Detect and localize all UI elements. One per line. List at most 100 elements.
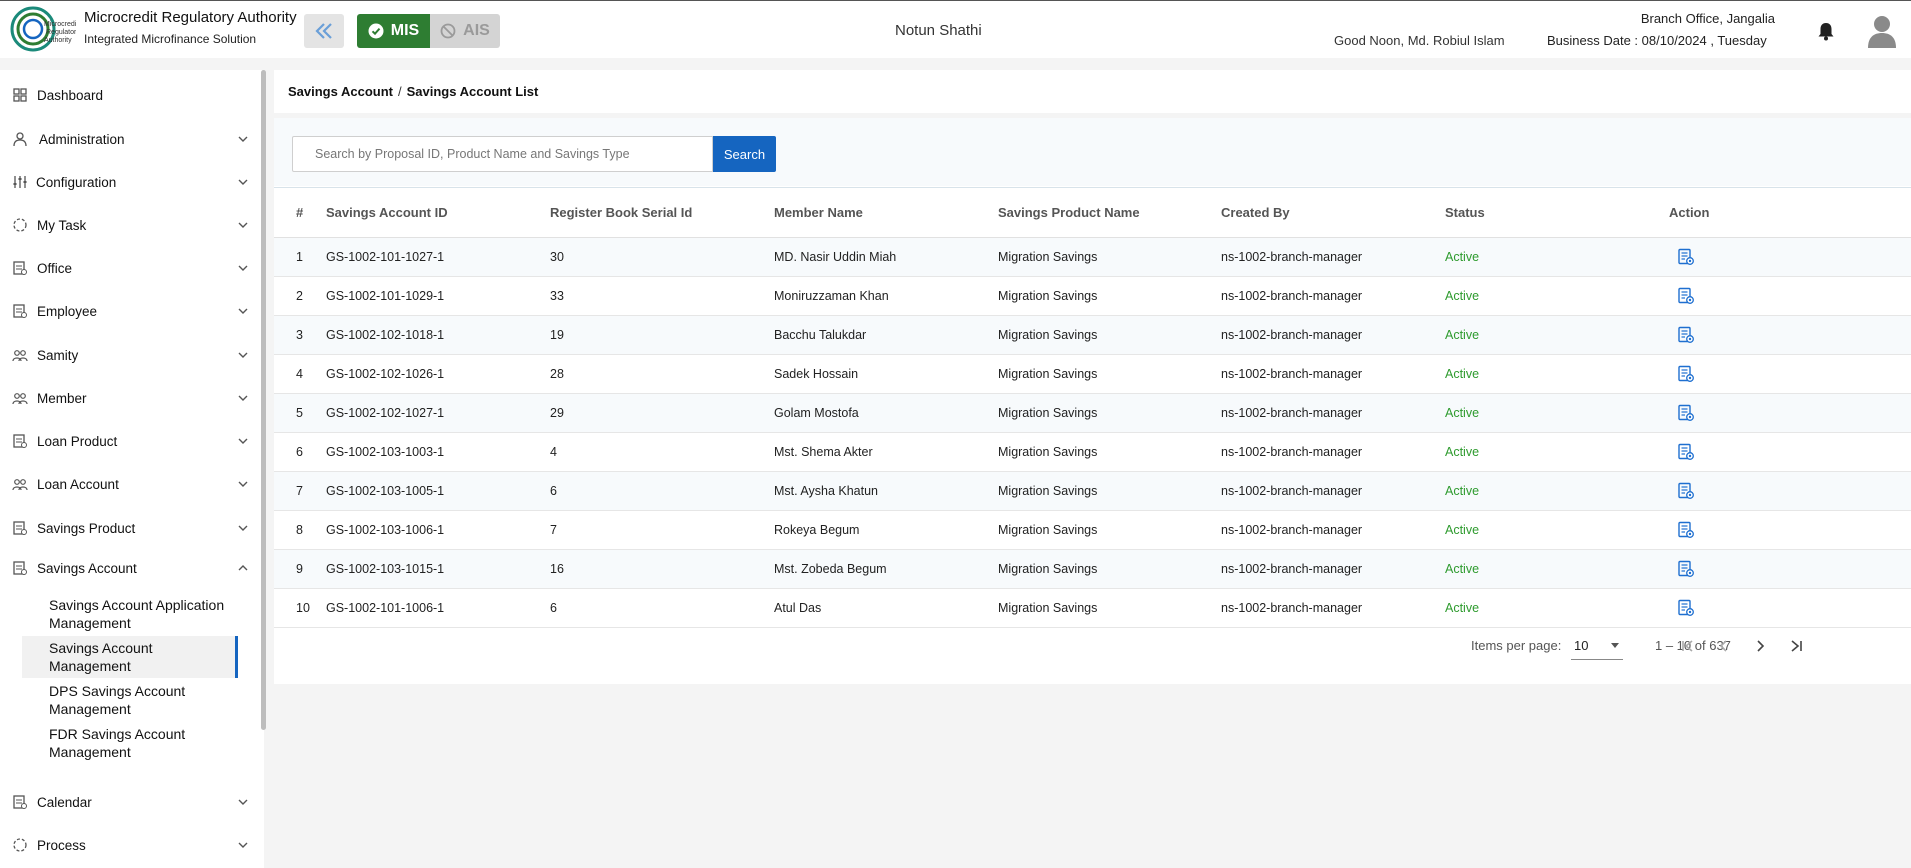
view-details-icon[interactable] [1677, 365, 1695, 383]
cell-created-by: ns-1002-branch-manager [1221, 471, 1445, 511]
sidebar-item-samity[interactable]: Samity [0, 335, 258, 375]
last-page-button[interactable] [1782, 632, 1810, 660]
view-details-icon[interactable] [1677, 404, 1695, 422]
cell-register-serial: 19 [550, 315, 774, 355]
cell-row-number: 4 [274, 354, 326, 394]
view-details-icon[interactable] [1677, 326, 1695, 344]
user-greeting: Good Noon, Md. Robiul Islam [1334, 33, 1505, 48]
cell-status: Active [1445, 276, 1669, 316]
sidebar-subitem-dps-management[interactable]: DPS Savings Account Management [22, 682, 238, 718]
cell-register-serial: 16 [550, 549, 774, 589]
cell-account-id: GS-1002-101-1029-1 [326, 276, 550, 316]
table-row[interactable]: 1 GS-1002-101-1027-1 30 MD. Nasir Uddin Mia… [274, 237, 1911, 277]
sidebar-subitem-account-management[interactable]: Savings Account Management [22, 636, 238, 678]
table-row[interactable]: 9 GS-1002-103-1015-1 16 Mst. Zobeda Begum Mi… [274, 549, 1911, 589]
chevron-down-icon [238, 438, 248, 444]
cell-product-name: Migration Savings [998, 510, 1221, 550]
brand-subtitle: Integrated Microfinance Solution [84, 32, 257, 46]
sidebar-item-configuration[interactable]: Configuration [0, 162, 258, 202]
search-input[interactable] [292, 136, 713, 172]
paginator: Items per page: 10 1 – 10 of 637 [274, 618, 1911, 674]
breadcrumb-parent[interactable]: Savings Account [288, 84, 393, 99]
sidebar-item-administration[interactable]: Administration [0, 119, 258, 159]
chevron-down-icon [238, 308, 248, 314]
search-button[interactable]: Search [713, 136, 776, 172]
sidebar-item-savings-product[interactable]: Savings Product [0, 508, 258, 548]
col-header-account-id[interactable]: Savings Account ID [326, 187, 550, 238]
col-header-member-name[interactable]: Member Name [774, 187, 998, 238]
col-header-product-name[interactable]: Savings Product Name [998, 187, 1221, 238]
sidebar-item-loan-account[interactable]: Loan Account [0, 464, 258, 504]
savings-account-table: # Savings Account ID Register Book Seria… [274, 187, 1911, 628]
cell-action [1669, 276, 1911, 316]
user-avatar-icon[interactable] [1866, 13, 1898, 49]
table-row[interactable]: 8 GS-1002-103-1006-1 7 Rokeya Begum Migratio… [274, 510, 1911, 550]
business-date: Business Date : 08/10/2024 , Tuesday [1547, 33, 1767, 48]
first-page-button[interactable] [1674, 632, 1702, 660]
cell-register-serial: 7 [550, 510, 774, 550]
cell-product-name: Migration Savings [998, 237, 1221, 277]
sidebar-item-employee[interactable]: Employee [0, 291, 258, 331]
view-details-icon[interactable] [1677, 521, 1695, 539]
table-row[interactable]: 3 GS-1002-102-1018-1 19 Bacchu Talukdar Migr… [274, 315, 1911, 355]
sidebar-scrollbar[interactable] [261, 70, 266, 730]
cell-status: Active [1445, 354, 1669, 394]
breadcrumb: Savings Account / Savings Account List [288, 84, 538, 99]
view-details-icon[interactable] [1677, 287, 1695, 305]
breadcrumb-current: Savings Account List [406, 84, 539, 99]
mis-button[interactable]: MIS [357, 14, 430, 48]
table-row[interactable]: 2 GS-1002-101-1029-1 33 Moniruzzaman Khan Mi… [274, 276, 1911, 316]
view-details-icon[interactable] [1677, 248, 1695, 266]
sidebar-item-calendar[interactable]: Calendar [0, 782, 258, 822]
chevron-down-icon [238, 525, 248, 531]
col-header-action: Action [1669, 187, 1911, 238]
next-page-button[interactable] [1746, 632, 1774, 660]
chevron-down-icon [238, 395, 248, 401]
sidebar-item-office[interactable]: Office [0, 248, 258, 288]
sidebar-item-label: Administration [39, 131, 125, 147]
cell-created-by: ns-1002-branch-manager [1221, 276, 1445, 316]
sidebar-item-member[interactable]: Member [0, 378, 258, 418]
view-details-icon[interactable] [1677, 599, 1695, 617]
sidebar-item-loan-product[interactable]: Loan Product [0, 421, 258, 461]
col-header-number: # [274, 187, 326, 238]
sidebar-item-savings-account[interactable]: Savings Account [0, 548, 258, 588]
view-details-icon[interactable] [1677, 443, 1695, 461]
ais-button[interactable]: AIS [430, 14, 500, 48]
previous-page-button[interactable] [1710, 632, 1738, 660]
table-row[interactable]: 5 GS-1002-102-1027-1 29 Golam Mostofa Migrat… [274, 393, 1911, 433]
search-area: Search [274, 118, 1911, 186]
task-icon [13, 218, 27, 232]
items-per-page-select[interactable]: 10 [1571, 632, 1623, 660]
mis-label: MIS [390, 22, 420, 39]
sidebar-item-dashboard[interactable]: Dashboard [0, 75, 258, 115]
notification-bell-icon[interactable] [1815, 20, 1837, 42]
sliders-icon [13, 176, 27, 188]
table-row[interactable]: 7 GS-1002-103-1005-1 6 Mst. Aysha Khatun Mig… [274, 471, 1911, 511]
sidebar-subitem-application-management[interactable]: Savings Account Application Management [22, 596, 238, 632]
view-details-icon[interactable] [1677, 560, 1695, 578]
cell-account-id: GS-1002-103-1015-1 [326, 549, 550, 589]
table-row[interactable]: 4 GS-1002-102-1026-1 28 Sadek Hossain Migrat… [274, 354, 1911, 394]
sidebar-subitem-fdr-management[interactable]: FDR Savings Account Management [22, 725, 238, 761]
organization-name: Notun Shathi [895, 22, 982, 39]
cell-status: Active [1445, 315, 1669, 355]
cell-product-name: Migration Savings [998, 354, 1221, 394]
col-header-register-serial[interactable]: Register Book Serial Id [550, 187, 774, 238]
view-details-icon[interactable] [1677, 482, 1695, 500]
mra-logo: Microcredit Regulatory Authority [10, 6, 76, 52]
col-header-status[interactable]: Status [1445, 187, 1669, 238]
cell-register-serial: 6 [550, 471, 774, 511]
cell-action [1669, 471, 1911, 511]
collapse-sidebar-button[interactable] [304, 14, 344, 48]
chevron-down-icon [238, 799, 248, 805]
sidebar-item-process[interactable]: Process [0, 825, 258, 865]
chevron-down-icon [238, 265, 248, 271]
col-header-created-by[interactable]: Created By [1221, 187, 1445, 238]
table-row[interactable]: 6 GS-1002-103-1003-1 4 Mst. Shema Akter Migr… [274, 432, 1911, 472]
check-circle-icon [368, 23, 384, 39]
cell-product-name: Migration Savings [998, 549, 1221, 589]
sidebar-item-my-task[interactable]: My Task [0, 205, 258, 245]
samity-icon [12, 350, 28, 362]
cell-register-serial: 33 [550, 276, 774, 316]
